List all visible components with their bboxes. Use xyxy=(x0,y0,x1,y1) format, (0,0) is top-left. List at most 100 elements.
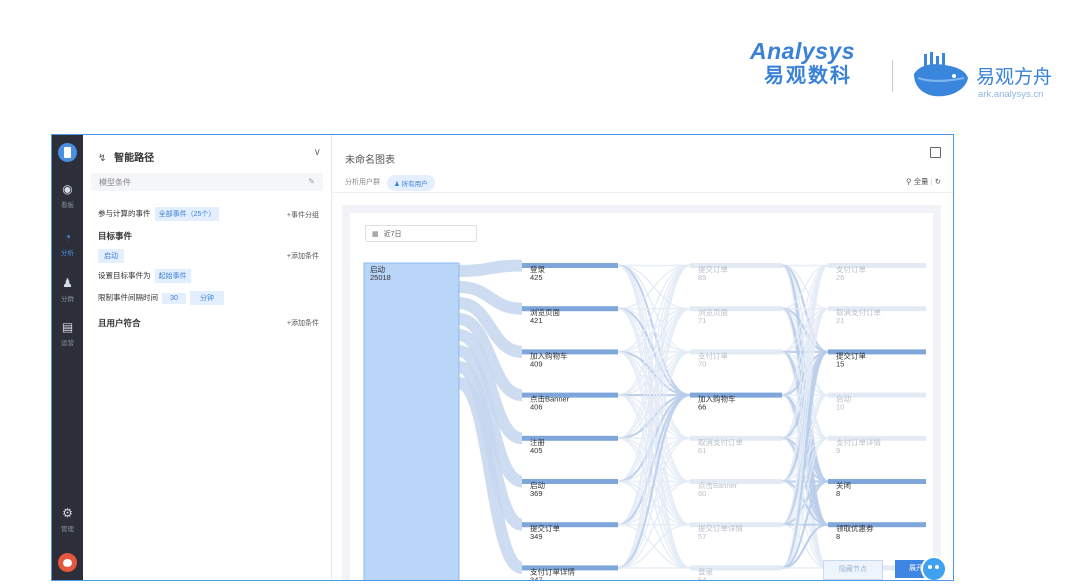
event-group-button[interactable]: +事件分组 xyxy=(287,210,319,220)
user-icon: ♟ xyxy=(394,181,402,188)
analysys-cn-name: 易观数科 xyxy=(764,65,852,87)
brand-header: Analysys 易观数科 易观方舟 ark.analysys.cn xyxy=(740,38,1060,108)
assistant-mascot-icon[interactable] xyxy=(921,556,947,580)
sankey-link xyxy=(617,264,691,483)
nav-item-label: 管理 xyxy=(61,526,74,533)
nav-sidebar: ◉ 看板 ◔ 分析 ♟ 分群 ▤ 运营 ⚙ 管理 xyxy=(52,135,83,580)
brand-divider xyxy=(892,60,893,92)
events-tag[interactable]: 全部事件（25个） xyxy=(154,207,220,221)
user-group-label: 所有用户 xyxy=(401,181,428,188)
analysys-logo: Analysys 易观数科 xyxy=(750,38,880,88)
set-target-tag[interactable]: 起始事件 xyxy=(154,269,191,283)
events-row: 参与计算的事件 全部事件（25个） xyxy=(98,207,220,221)
analysys-wordmark: Analysys xyxy=(750,38,856,64)
users-icon: ♟ xyxy=(62,276,73,290)
target-event-row: 启动 xyxy=(98,249,124,263)
save-icon[interactable] xyxy=(930,147,941,158)
user-group-tag[interactable]: ♟ 所有用户 xyxy=(387,175,435,191)
gear-icon: ⚙ xyxy=(62,506,73,520)
nav-item-dashboard[interactable]: ◉ 看板 xyxy=(52,182,83,210)
interval-unit-select[interactable]: 分钟 xyxy=(189,291,224,305)
main-panel: 未命名图表 分析用户群 ♟ 所有用户 ⚲ 全量 | ↻ ▦ 近7日 启动 25018… xyxy=(332,135,953,580)
sankey-node-value: 21 xyxy=(836,316,844,325)
nav-item-analysis[interactable]: ◔ 分析 xyxy=(52,230,83,258)
sankey-node-value: 425 xyxy=(530,273,543,282)
sankey-node-value: 61 xyxy=(698,446,706,455)
interval-label: 限制事件间隔时间 xyxy=(98,293,158,302)
sankey-node-value: 54 xyxy=(698,575,706,580)
nav-item-label: 看板 xyxy=(61,202,74,209)
dashboard-icon: ◉ xyxy=(62,182,73,196)
user-match-heading: 且用户符合 xyxy=(98,318,141,328)
model-conditions-label: 模型条件 xyxy=(99,178,131,187)
search-icon[interactable]: ⚲ xyxy=(906,177,912,186)
nav-item-label: 分群 xyxy=(61,296,74,303)
group-label: 分析用户群 xyxy=(345,179,380,186)
sankey-node-value: 71 xyxy=(698,316,706,325)
chart-canvas: ▦ 近7日 启动 25018 登录 425 浏览页面 421 加入购物车 409 点击Banner… xyxy=(342,205,947,580)
model-conditions-bar: 模型条件 ✎ xyxy=(91,173,323,191)
sankey-node-value: 349 xyxy=(530,532,543,541)
sankey-node-value: 8 xyxy=(836,532,840,541)
interval-input[interactable]: 30 xyxy=(162,293,186,304)
sankey-node-value: 60 xyxy=(698,489,706,498)
events-label: 参与计算的事件 xyxy=(98,209,151,218)
app-logo-icon[interactable] xyxy=(58,143,77,162)
sankey-node-value: 10 xyxy=(836,403,844,412)
sankey-node-value: 369 xyxy=(530,489,543,498)
add-condition-button[interactable]: +添加条件 xyxy=(287,251,319,261)
sankey-node xyxy=(363,262,460,580)
toolbar: ⚲ 全量 | ↻ xyxy=(906,176,941,187)
refresh-icon[interactable]: ↻ xyxy=(935,177,941,186)
app-window: ◉ 看板 ◔ 分析 ♟ 分群 ▤ 运营 ⚙ 管理 ↯ 智能路径 ∨ 模型条件 ✎ xyxy=(51,134,954,581)
analysis-icon: ◔ xyxy=(63,230,72,244)
sankey-node-value: 406 xyxy=(530,403,543,412)
chevron-down-icon[interactable]: ∨ xyxy=(314,147,321,158)
target-event-heading: 目标事件 xyxy=(98,231,133,241)
header-divider xyxy=(332,192,953,193)
whale-logo-icon xyxy=(914,52,968,97)
sankey-node-value: 70 xyxy=(698,359,706,368)
path-icon: ↯ xyxy=(98,153,107,164)
interval-row: 限制事件间隔时间 30 分钟 xyxy=(98,291,224,305)
target-event-tag[interactable]: 启动 xyxy=(98,249,124,263)
scope-select[interactable]: 全量 xyxy=(914,177,929,186)
nav-item-operation[interactable]: ▤ 运营 xyxy=(52,320,83,348)
sankey-node-value: 405 xyxy=(530,446,543,455)
sankey-node-value: 9 xyxy=(836,446,840,455)
add-user-condition-button[interactable]: +添加条件 xyxy=(287,318,319,328)
operation-icon: ▤ xyxy=(61,320,74,334)
sankey-node-value: 25018 xyxy=(370,273,391,282)
panel-header: ↯ 智能路径 xyxy=(98,149,154,164)
sankey-node-value: 347 xyxy=(530,575,543,580)
nav-item-label: 运营 xyxy=(61,340,74,347)
sankey-node-label: 支付订单详情 xyxy=(836,437,881,447)
nav-item-segments[interactable]: ♟ 分群 xyxy=(52,276,83,304)
sankey-node-value: 57 xyxy=(698,532,706,541)
sankey-link xyxy=(781,264,829,483)
ark-url: ark.analysys.cn xyxy=(978,89,1044,100)
nav-item-label: 分析 xyxy=(61,250,74,257)
sankey-node-value: 26 xyxy=(836,273,844,282)
avatar[interactable] xyxy=(58,553,77,572)
set-target-row: 设置目标事件为 起始事件 xyxy=(98,269,191,283)
sankey-node-value: 66 xyxy=(698,403,706,412)
chart-title[interactable]: 未命名图表 xyxy=(345,151,395,166)
set-target-label: 设置目标事件为 xyxy=(98,271,151,280)
sankey-link xyxy=(617,351,691,569)
config-panel: ↯ 智能路径 ∨ 模型条件 ✎ 参与计算的事件 全部事件（25个） +事件分组 … xyxy=(83,135,331,580)
sankey-node-value: 421 xyxy=(530,316,543,325)
panel-title: 智能路径 xyxy=(114,153,155,164)
sankey-card: ▦ 近7日 启动 25018 登录 425 浏览页面 421 加入购物车 409 点击Banner… xyxy=(350,213,947,580)
sankey-link xyxy=(458,259,523,277)
nav-item-manage[interactable]: ⚙ 管理 xyxy=(52,506,83,534)
sankey-node-value: 409 xyxy=(530,359,543,368)
hide-nodes-button[interactable]: 隐藏节点 xyxy=(823,560,883,580)
sankey-node-label: 领取优惠券 xyxy=(836,523,874,533)
sankey-node-value: 8 xyxy=(836,489,840,498)
edit-icon[interactable]: ✎ xyxy=(308,177,315,186)
sankey-node-value: 89 xyxy=(698,273,706,282)
ark-cn-name: 易观方舟 xyxy=(976,67,1053,88)
sankey-chart: 启动25018登录425浏览页面421加入购物车409点击Banner406注册… xyxy=(363,259,926,580)
sankey-node-value: 15 xyxy=(836,359,844,368)
